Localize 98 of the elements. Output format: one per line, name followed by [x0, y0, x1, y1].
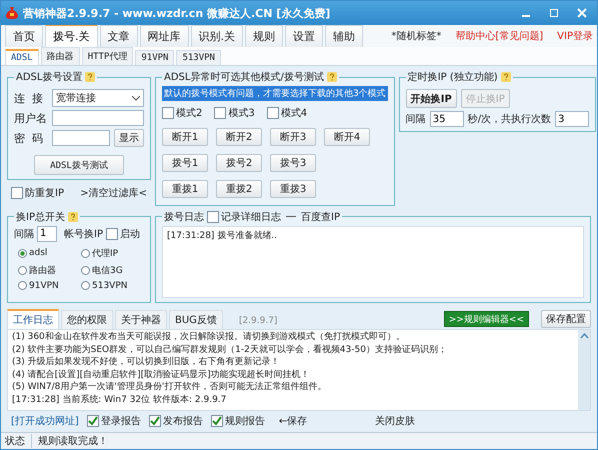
tab[interactable]: 拨号.关 [45, 25, 98, 47]
group-title: 拨号日志 [164, 210, 204, 224]
dial-button[interactable]: 断开1 [162, 128, 208, 146]
dial-button[interactable]: 拨号3 [270, 154, 316, 172]
tab[interactable]: 设置 [285, 25, 323, 47]
notice-text: 默认的拨号模式有问题，才需要选择下载的其他3个模式 [162, 86, 388, 101]
interval-label: 间隔 [406, 113, 426, 126]
subtab[interactable]: ADSL [5, 49, 39, 65]
detail-log-checkbox[interactable]: 记录详细日志 [207, 210, 281, 224]
mode-radio[interactable]: 路由器 [18, 264, 81, 277]
dial-button[interactable]: 拨号1 [162, 154, 208, 172]
report-checkbox[interactable]: 规则报告 [210, 414, 265, 428]
field-label: 密 码 [14, 130, 44, 146]
mode-checkbox[interactable]: 模式4 [266, 106, 308, 120]
baidu-ip-link[interactable]: 百度查IP [301, 210, 340, 224]
tab[interactable]: 网址库 [140, 25, 188, 47]
subtab[interactable]: 91VPN [135, 50, 174, 65]
field-label: 连 接 [14, 90, 44, 106]
dial-button[interactable]: 拨号2 [216, 154, 262, 172]
interval-field[interactable]: 35 [430, 111, 464, 127]
connection-dropdown[interactable]: 宽带连接 [52, 89, 144, 107]
maximize-icon[interactable] [549, 8, 559, 18]
subtab[interactable]: HTTP代理 [82, 47, 134, 65]
report-checkbox[interactable]: 发布报告 [148, 414, 203, 428]
tab[interactable]: BUG反馈 [169, 310, 223, 330]
dial-button[interactable]: 断开4 [324, 128, 370, 146]
show-button[interactable]: 显示 [114, 129, 144, 147]
tab[interactable]: 首页 [5, 25, 43, 47]
start-checkbox[interactable]: 启动 [106, 226, 140, 241]
tab[interactable]: 识别.关 [190, 25, 243, 47]
checkmark-icon [88, 416, 98, 426]
tab[interactable]: 工作日志 [7, 309, 59, 330]
tab[interactable]: 关于神器 [115, 310, 167, 330]
checkmark-icon [150, 416, 160, 426]
log-line: (3) 升级后如果发现不好使，可以切换到旧版，右下角有更新记录！ [12, 356, 281, 369]
report-checkbox[interactable]: 登录报告 [86, 414, 141, 428]
close-icon[interactable] [577, 8, 587, 18]
interval-field[interactable]: 1 [37, 226, 57, 242]
mode-radio[interactable]: 代理IP [81, 246, 144, 260]
password-field[interactable] [52, 130, 110, 146]
header-link[interactable]: VIP登录 [557, 29, 593, 47]
help-icon[interactable] [500, 72, 511, 82]
random-tag-link[interactable]: *随机标签* [391, 29, 442, 47]
help-icon[interactable] [68, 212, 78, 222]
interval-label: 间隔 [14, 228, 34, 241]
dial-button[interactable]: 重拨1 [162, 180, 208, 198]
money-bag-icon [5, 6, 19, 20]
timer-button[interactable]: 开始换IP [406, 89, 457, 108]
dial-button[interactable]: 重拨3 [270, 180, 316, 198]
window-title: 营销神器2.9.9.7 - www.wzdr.cn 微赚达人.CN [永久免费] [23, 6, 330, 20]
mode-checkbox[interactable]: 模式2 [162, 106, 202, 120]
help-icon[interactable] [326, 72, 337, 82]
log-line: (5) WIN7/8用户第一次请'管理员身份'打开软件，否则可能无法正常组件组件。 [12, 381, 328, 394]
times-field[interactable]: 3 [555, 111, 590, 127]
log-line: (4) 请配合[设置][自动重启软件][取消验证码显示]功能实现超长时间挂机！ [12, 368, 311, 382]
field-label: 用户名 [14, 110, 48, 126]
status-label: 状态 [5, 434, 32, 448]
subtab[interactable]: 路由器 [40, 47, 80, 65]
log-line: (2) 软件主要功能为SEO群发，可以自己编写群发规则（1-2天就可以学会，看视频43-50）支持验证码识别； [12, 344, 448, 356]
checkmark-icon [212, 416, 222, 426]
status-message: 规则读取完成！ [38, 434, 108, 448]
tab[interactable]: 规则 [245, 25, 283, 47]
log-line: (1) 360和金山在软件发布当天可能误报，次日解除误报。请切换到游戏模式（免打扰模式即可）。 [12, 331, 406, 344]
version-label: [2.9.9.7] [238, 316, 278, 328]
rules-editor-button[interactable]: >>规则编辑器<< [444, 311, 529, 328]
dial-button[interactable]: 断开2 [216, 128, 262, 146]
clear-filter-link[interactable]: >清空过滤库< [80, 186, 147, 200]
tab[interactable]: 您的权限 [61, 310, 113, 330]
account-switch-label: 帐号换IP [64, 228, 103, 241]
group-title: 换IP总开关 [16, 210, 65, 224]
group-title: ADSL拨号设置 [16, 70, 82, 84]
scrollbar[interactable] [578, 330, 590, 410]
times-label: 秒/次，共执行次数 [468, 112, 552, 126]
adsl-test-button[interactable]: ADSL拨号测试 [34, 155, 124, 175]
header-link[interactable]: 帮助中心[常见问题] [455, 29, 544, 47]
log-line: [17:31:28] 拨号准备就绪.. [167, 230, 278, 242]
mode-radio[interactable]: 513VPN [81, 280, 144, 291]
anti-repeat-checkbox[interactable]: 防重复IP [11, 186, 64, 200]
mode-radio[interactable]: adsl [18, 246, 81, 260]
group-title: ADSL异常时可选其他模式/拨号测试 [164, 70, 324, 84]
tab[interactable]: 文章 [100, 25, 138, 47]
save-config-button[interactable]: 保存配置 [541, 310, 591, 328]
subtab[interactable]: 513VPN [176, 50, 221, 65]
save-link[interactable]: ←保存 [278, 414, 308, 428]
log-line: [17:31:28] 当前系统: Win7 32位 软件版本: 2.9.9.7 [12, 394, 228, 406]
group-title: 定时换IP (独立功能) [408, 70, 498, 84]
close-skin-link[interactable]: 关闭皮肤 [375, 414, 416, 428]
mode-checkbox[interactable]: 模式3 [214, 106, 255, 120]
tab[interactable]: 辅助 [325, 25, 363, 47]
mode-radio[interactable]: 电信3G [81, 264, 144, 277]
open-url-link[interactable]: [打开成功网址] [11, 414, 79, 428]
dial-button[interactable]: 断开3 [270, 128, 316, 146]
username-field[interactable] [52, 110, 144, 126]
mode-radio[interactable]: 91VPN [18, 280, 81, 291]
help-icon[interactable] [85, 72, 96, 82]
separator-line [286, 216, 296, 218]
caret-icon [132, 96, 140, 100]
dial-button[interactable]: 重拨2 [216, 180, 262, 198]
